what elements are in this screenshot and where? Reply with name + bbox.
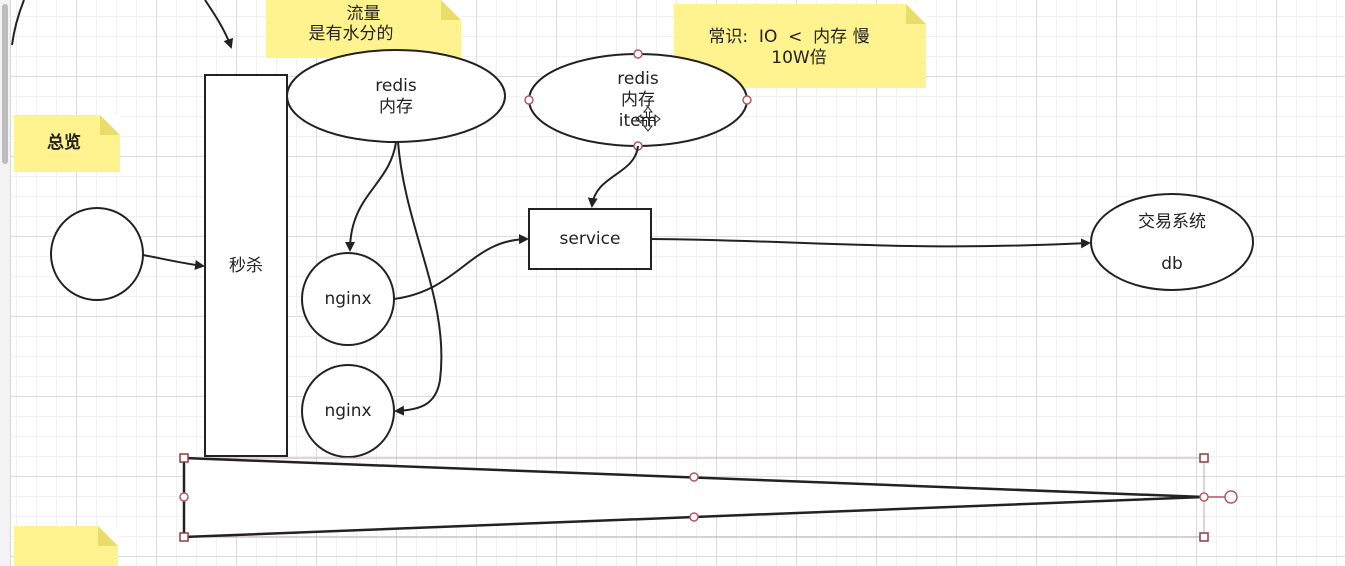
trade-system-label-line2: db	[1161, 254, 1183, 274]
resize-handle[interactable]	[179, 453, 189, 463]
seckill-label: 秒杀	[229, 256, 263, 276]
resize-handle[interactable]	[1199, 453, 1209, 463]
connection-handle[interactable]	[689, 472, 699, 482]
rotate-handle[interactable]	[1224, 490, 1238, 504]
connection-handle[interactable]	[742, 95, 752, 105]
trade-system-label-line1: 交易系统	[1138, 212, 1206, 232]
user-circle-node[interactable]	[50, 207, 144, 301]
service-label: service	[559, 229, 621, 249]
connection-handle[interactable]	[179, 492, 189, 502]
resize-handle[interactable]	[1199, 532, 1209, 542]
edge-top-left-curve[interactable]	[11, 0, 25, 46]
redis-memory-label-line2: 内存	[379, 97, 413, 117]
redis-item-label-line1: redis	[617, 69, 659, 89]
resize-handle[interactable]	[179, 532, 189, 542]
connection-handle[interactable]	[524, 95, 534, 105]
edge-nginx1-to-service[interactable]	[393, 234, 529, 300]
nginx-label-1: nginx	[324, 289, 372, 309]
connection-handle[interactable]	[633, 49, 643, 59]
edge-user-to-seckill[interactable]	[142, 254, 205, 270]
edge-redis-to-nginx1[interactable]	[345, 141, 397, 252]
edge-into-seckill[interactable]	[204, 0, 234, 49]
edge-redis-item-to-service[interactable]	[587, 145, 639, 208]
redis-item-label-line3: item	[618, 111, 658, 131]
nginx-label-2: nginx	[324, 401, 372, 421]
connection-handle[interactable]	[1199, 492, 1209, 502]
triangle-shape[interactable]	[182, 456, 1205, 539]
redis-item-label-line2: 内存	[621, 90, 655, 110]
edge-service-to-trade[interactable]	[650, 238, 1091, 249]
trade-system-node[interactable]	[1090, 193, 1254, 291]
redis-memory-label-line1: redis	[375, 76, 417, 96]
edge-redis-to-nginx2[interactable]	[394, 141, 443, 416]
connection-handle[interactable]	[689, 512, 699, 522]
